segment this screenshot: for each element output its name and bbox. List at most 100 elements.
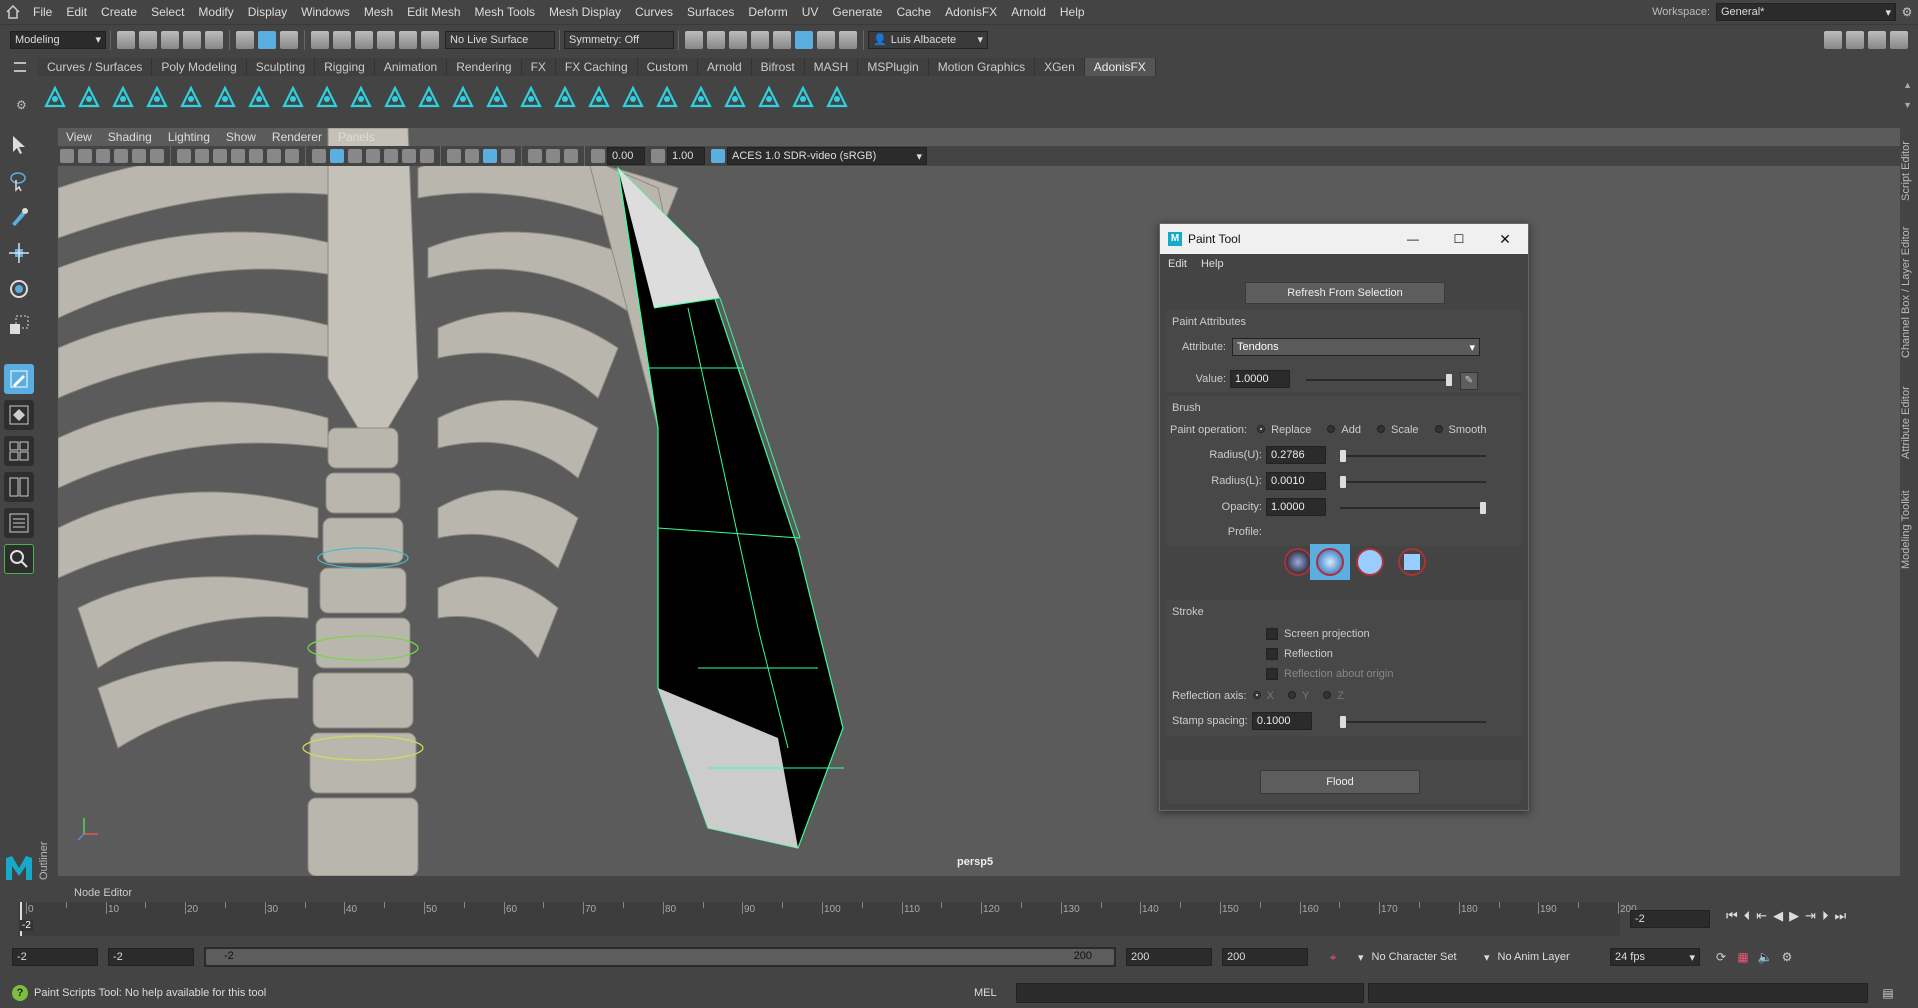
- menu-help[interactable]: Help: [1053, 5, 1092, 19]
- home-icon[interactable]: [0, 0, 26, 24]
- menu-mesh-tools[interactable]: Mesh Tools: [468, 5, 542, 19]
- modeling-toolkit-tab[interactable]: Modeling Toolkit: [1900, 484, 1918, 576]
- profile-solid-icon[interactable]: [1356, 548, 1384, 576]
- section-header[interactable]: Brush: [1166, 396, 1522, 418]
- shelf-tab-custom[interactable]: Custom: [637, 58, 698, 76]
- use-all-lights-icon[interactable]: [384, 149, 398, 163]
- snap-point-icon[interactable]: [355, 30, 373, 49]
- attach-bone-icon[interactable]: [178, 84, 204, 110]
- muscle-paint-icon[interactable]: [688, 84, 714, 110]
- shelf-scroll-up-icon[interactable]: ▲: [1903, 80, 1912, 90]
- color-space-dropdown[interactable]: ACES 1.0 SDR-video (sRGB) ▾: [727, 147, 927, 165]
- new-scene-icon[interactable]: [117, 30, 135, 49]
- select-object-icon[interactable]: [258, 30, 276, 49]
- muscle-angle-icon[interactable]: [144, 84, 170, 110]
- attach-arrow-icon[interactable]: [212, 84, 238, 110]
- reflection-about-origin-checkbox[interactable]: Reflection about origin: [1266, 668, 1393, 680]
- cache-playback-icon[interactable]: ▦: [1732, 950, 1754, 964]
- auto-key-icon[interactable]: ⌖: [1322, 950, 1344, 965]
- paint-select-tool-icon[interactable]: [4, 202, 34, 232]
- muscle-branch-icon[interactable]: [110, 84, 136, 110]
- color-management-icon[interactable]: [711, 149, 725, 163]
- search-icon[interactable]: [4, 544, 34, 574]
- slider-handle[interactable]: [1340, 716, 1346, 728]
- safe-action-icon[interactable]: [267, 149, 281, 163]
- menu-uv[interactable]: UV: [795, 5, 826, 19]
- user-account-dropdown[interactable]: 👤 Luis Albacete ▾: [868, 30, 988, 49]
- camera-gate-icon[interactable]: [546, 149, 560, 163]
- shelf-scroll-down-icon[interactable]: ▼: [1903, 100, 1912, 110]
- shelf-tab-curves-surfaces[interactable]: Curves / Surfaces: [38, 58, 153, 76]
- stamp-spacing-slider[interactable]: [1340, 716, 1486, 728]
- rotate-tool-icon[interactable]: [4, 274, 34, 304]
- lasso-tool-icon[interactable]: [4, 166, 34, 196]
- radius-u-field[interactable]: 0.2786: [1266, 446, 1326, 464]
- ipr-render-icon[interactable]: [729, 30, 747, 49]
- menu-display[interactable]: Display: [241, 5, 294, 19]
- step-back-icon[interactable]: ⏴: [1744, 908, 1751, 924]
- menu-mesh[interactable]: Mesh: [357, 5, 400, 19]
- section-header[interactable]: Stroke: [1166, 600, 1522, 622]
- slider-handle[interactable]: [1480, 502, 1486, 514]
- shelf-tab-fx-caching[interactable]: FX Caching: [555, 58, 638, 76]
- profile-gaussian-icon[interactable]: [1284, 548, 1312, 576]
- axis-y-radio[interactable]: Y: [1287, 690, 1309, 702]
- snap-grid-icon[interactable]: [311, 30, 329, 49]
- hud-icon[interactable]: [528, 149, 542, 163]
- opacity-slider[interactable]: [1340, 502, 1486, 514]
- section-header[interactable]: Paint Attributes: [1166, 310, 1522, 332]
- xray-icon[interactable]: [447, 149, 461, 163]
- menu-edit[interactable]: Edit: [59, 5, 94, 19]
- select-tool-icon[interactable]: [4, 130, 34, 160]
- range-inner-start-field[interactable]: -2: [108, 948, 194, 966]
- radius-l-slider[interactable]: [1340, 476, 1486, 488]
- step-back-key-icon[interactable]: ⇤: [1756, 908, 1767, 924]
- node-editor-tab[interactable]: Node Editor: [58, 884, 1900, 902]
- loop-icon[interactable]: ⟳: [1710, 950, 1732, 964]
- shelf-tab-fx[interactable]: FX: [521, 58, 556, 76]
- viewport-menu-lighting[interactable]: Lighting: [160, 130, 218, 144]
- menu-windows[interactable]: Windows: [294, 5, 357, 19]
- channel-box-icon[interactable]: [1890, 30, 1908, 49]
- refresh-from-selection-button[interactable]: Refresh From Selection: [1245, 282, 1445, 304]
- camera-select-icon[interactable]: [60, 149, 74, 163]
- outliner-layout-icon[interactable]: [4, 508, 34, 538]
- outliner-tab[interactable]: Outliner: [38, 128, 58, 888]
- settings-icon[interactable]: ⚙: [1896, 5, 1918, 19]
- modeling-toolkit-icon[interactable]: [1824, 30, 1842, 49]
- op-add-radio[interactable]: Add: [1327, 424, 1361, 436]
- menu-arnold[interactable]: Arnold: [1004, 5, 1053, 19]
- skin-runner-icon[interactable]: [484, 84, 510, 110]
- pause-icon[interactable]: [839, 30, 857, 49]
- render-settings-icon[interactable]: [751, 30, 769, 49]
- current-frame-field[interactable]: -2: [1630, 910, 1710, 928]
- shelf-tab-poly-modeling[interactable]: Poly Modeling: [152, 58, 247, 76]
- muscle-line-icon[interactable]: [42, 84, 68, 110]
- minimize-icon[interactable]: —: [1390, 232, 1436, 246]
- face-sim-icon[interactable]: [382, 84, 408, 110]
- range-slider[interactable]: -2 200: [204, 947, 1116, 967]
- paint-scripts-tool-icon[interactable]: [4, 364, 34, 394]
- resolution-gate-icon[interactable]: [213, 149, 227, 163]
- script-editor-tab[interactable]: Script Editor: [1900, 136, 1918, 206]
- sim-ring-icon[interactable]: [348, 84, 374, 110]
- shelf-tab-rigging[interactable]: Rigging: [315, 58, 375, 76]
- shelf-tab-sculpting[interactable]: Sculpting: [246, 58, 316, 76]
- viewport-menu-panels[interactable]: Panels: [330, 130, 383, 144]
- shelf-tab-arnold[interactable]: Arnold: [697, 58, 752, 76]
- arnold-render-icon[interactable]: [795, 30, 813, 49]
- sound-icon[interactable]: 🔈: [1754, 950, 1776, 964]
- safe-title-icon[interactable]: [285, 149, 299, 163]
- workspace-dropdown[interactable]: General* ▾: [1716, 3, 1896, 21]
- target-ring-icon[interactable]: [314, 84, 340, 110]
- xray-joints-icon[interactable]: [465, 149, 479, 163]
- slider-handle[interactable]: [1446, 374, 1452, 386]
- menu-select[interactable]: Select: [144, 5, 191, 19]
- curve-s-icon[interactable]: [518, 84, 544, 110]
- 2d-pan-icon[interactable]: [132, 149, 146, 163]
- value-slider[interactable]: [1306, 374, 1452, 386]
- shelf-options-icon[interactable]: [14, 62, 26, 72]
- menu-mesh-display[interactable]: Mesh Display: [542, 5, 628, 19]
- dialog-menu-edit[interactable]: Edit: [1168, 258, 1187, 270]
- muscle-group-icon[interactable]: [586, 84, 612, 110]
